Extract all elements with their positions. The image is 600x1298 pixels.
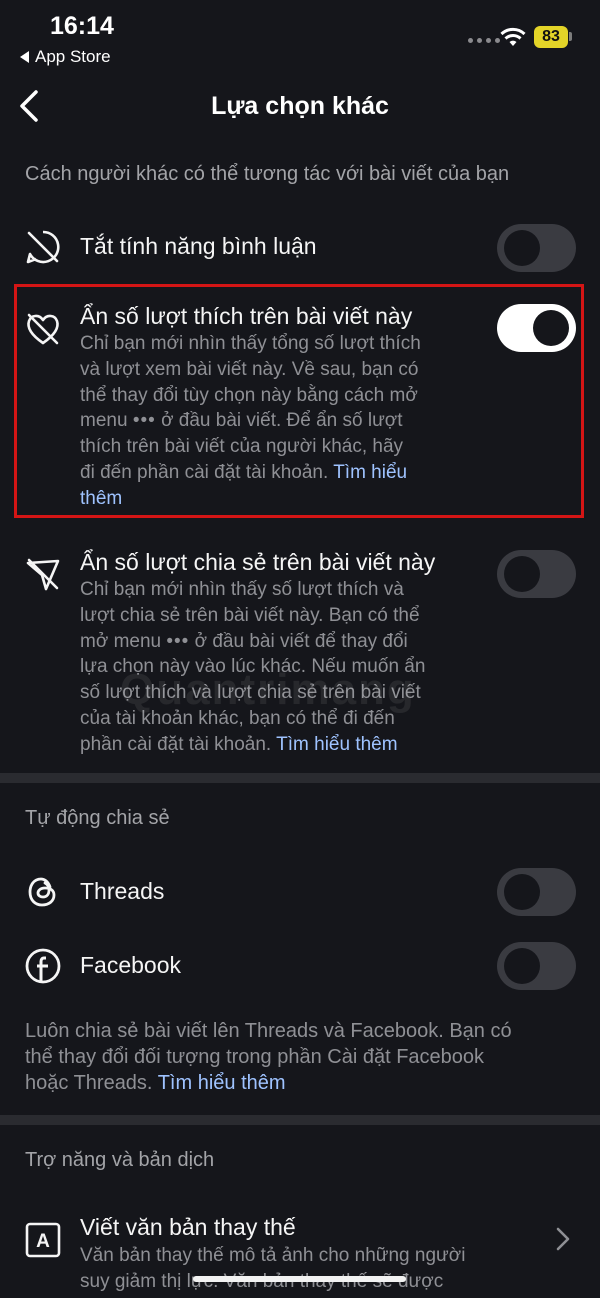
share-off-icon [26,558,60,591]
section-divider [0,773,600,783]
cellular-signal-icon [468,38,500,43]
threads-toggle[interactable] [497,868,576,916]
svg-text:A: A [36,1231,50,1252]
facebook-icon [25,948,61,984]
heart-off-icon [27,313,59,345]
home-indicator[interactable] [193,1276,406,1282]
chevron-right-icon[interactable] [552,1226,574,1252]
battery-nub [569,32,572,41]
status-bar: 16:14 App Store 83 [0,0,600,78]
autoshare-note: Luôn chia sẻ bài viết lên Threads và Fac… [25,1020,512,1094]
hide-likes-toggle[interactable] [497,304,576,352]
wifi-icon [500,27,526,46]
comments-off-toggle[interactable] [497,224,576,272]
threads-icon [28,877,56,907]
battery-indicator: 83 [534,26,568,48]
learn-more-link-likes[interactable]: Tìm hiểu [333,462,407,483]
hide-shares-label: Ẩn số lượt chia sẻ trên bài viết này [80,549,436,575]
hide-likes-description: Chỉ bạn mới nhìn thấy tổng số lượt thích… [80,331,490,512]
section-header-interaction: Cách người khác có thể tương tác với bài… [25,163,510,185]
threads-label: Threads [80,878,165,904]
section-header-autoshare: Tự động chia sẻ [25,807,170,829]
page-title: Lựa chọn khác [211,92,389,120]
alt-text-description: Văn bản thay thế mô tả ảnh cho những ngư… [80,1245,466,1292]
section-divider-2 [0,1115,600,1125]
facebook-toggle[interactable] [497,942,576,990]
section-header-accessibility: Trợ năng và bản dịch [25,1149,215,1171]
watermark: Quantrimang [120,665,416,714]
hide-shares-toggle[interactable] [497,550,576,598]
back-to-app-store[interactable]: App Store [20,47,111,67]
comment-off-icon [26,230,60,264]
status-time: 16:14 [50,12,114,40]
hide-likes-label: Ẩn số lượt thích trên bài viết này [80,303,413,329]
alt-text-icon: A [25,1222,61,1258]
back-triangle-icon [20,51,29,63]
learn-more-link-likes-cont[interactable]: thêm [80,486,490,512]
facebook-label: Facebook [80,952,182,978]
alt-text-label[interactable]: Viết văn bản thay thế [80,1214,296,1241]
learn-more-link-shares[interactable]: Tìm hiểu thêm [276,734,397,755]
learn-more-link-autoshare[interactable]: Tìm hiểu thêm [158,1072,286,1094]
comments-off-label: Tắt tính năng bình luận [80,233,317,259]
back-app-label: App Store [35,47,111,66]
